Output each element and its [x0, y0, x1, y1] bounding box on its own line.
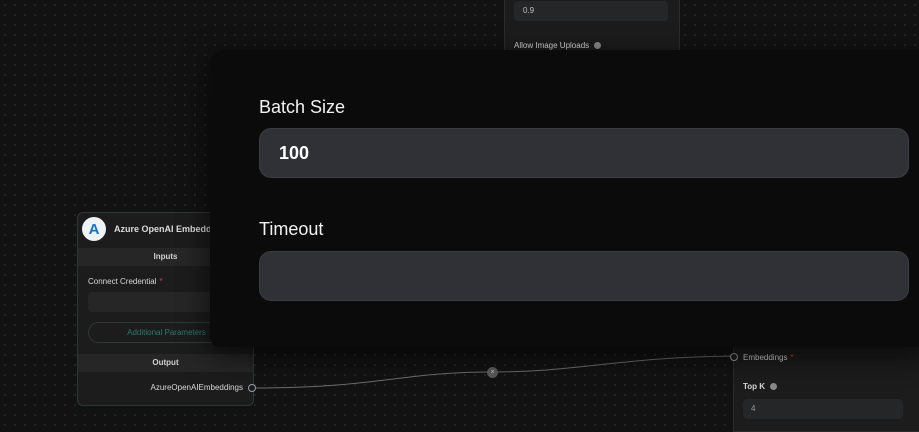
timeout-input[interactable]	[259, 251, 909, 301]
azure-logo-icon: A	[82, 217, 106, 241]
top-k-input[interactable]: 4	[743, 399, 903, 419]
required-marker: *	[159, 277, 163, 286]
info-icon[interactable]	[594, 42, 602, 49]
timeout-label: Timeout	[259, 219, 324, 239]
connect-credential-label: Connect Credential *	[88, 277, 163, 286]
additional-parameters-dialog: Batch Size Timeout	[210, 50, 919, 347]
edge-delete-button[interactable]: ×	[487, 367, 498, 378]
embeddings-text: Embeddings	[743, 353, 788, 362]
top-k-text: Top K	[743, 382, 766, 391]
connect-credential-text: Connect Credential	[88, 277, 157, 286]
temperature-input[interactable]: 0.9	[514, 1, 668, 21]
allow-image-uploads-label: Allow Image Uploads	[514, 41, 602, 50]
top-k-label: Top K	[743, 382, 778, 391]
embeddings-input-label: Embeddings *	[743, 353, 794, 362]
batch-size-input[interactable]	[259, 128, 909, 178]
required-marker: *	[790, 353, 794, 362]
info-icon[interactable]	[770, 383, 778, 390]
output-section-header: Output	[78, 354, 253, 372]
embeddings-input-handle[interactable]	[730, 353, 738, 361]
output-handle[interactable]	[248, 384, 256, 392]
batch-size-label: Batch Size	[259, 97, 346, 117]
node-title: Azure OpenAI Embeddi	[114, 224, 215, 234]
allow-image-uploads-text: Allow Image Uploads	[514, 41, 590, 50]
output-anchor-label: AzureOpenAIEmbeddings	[150, 383, 244, 392]
